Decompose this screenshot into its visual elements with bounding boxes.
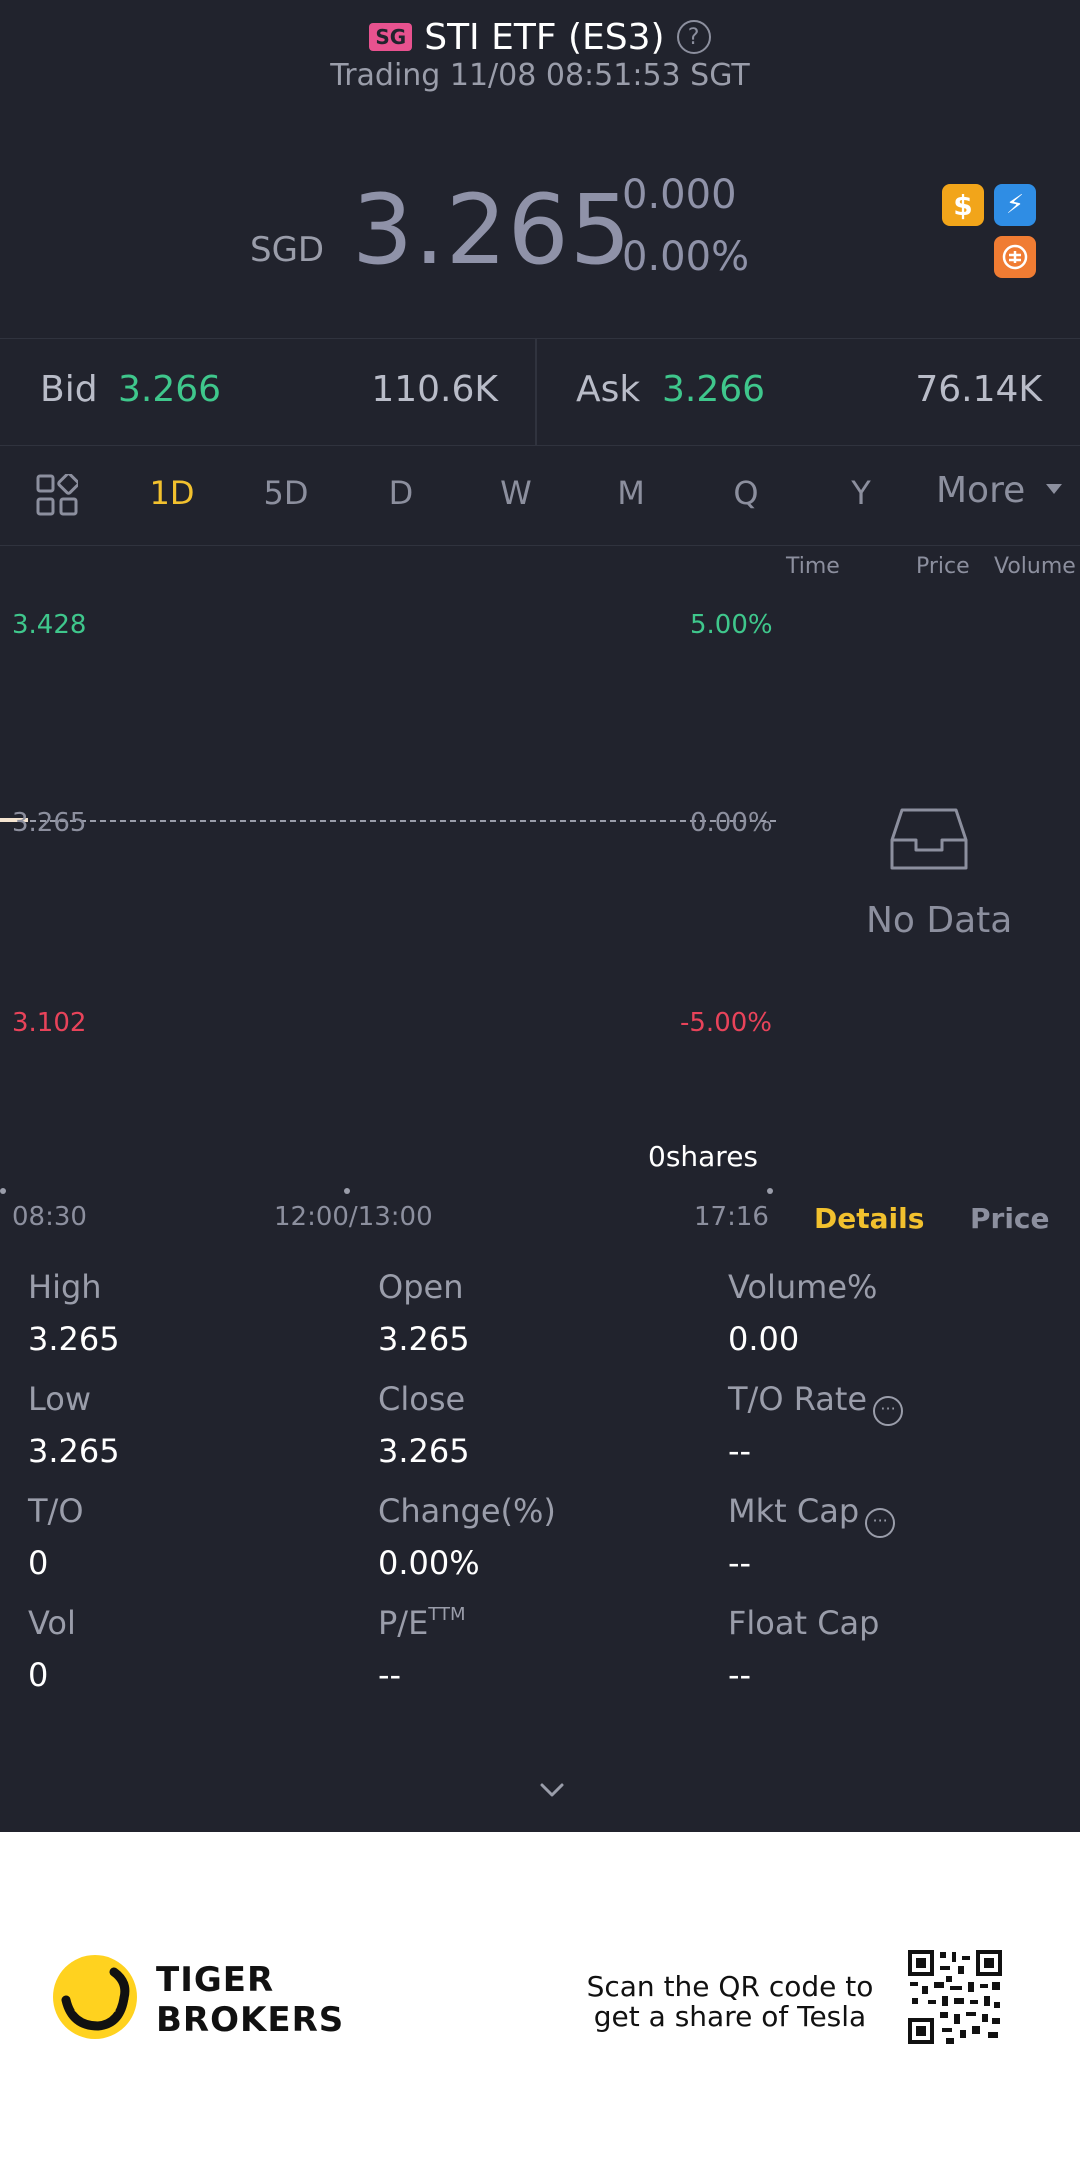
empty-inbox-icon	[890, 808, 968, 870]
stat-mkt-cap-label: Mkt Cap	[728, 1492, 860, 1530]
more-info-icon[interactable]: ···	[865, 1508, 896, 1538]
y-axis-mid: 3.265	[12, 808, 87, 838]
bid-ask-divider	[535, 339, 537, 445]
time-axis-mid: 12:00/13:00	[274, 1202, 433, 1232]
stat-pe-sup: TTM	[428, 1604, 466, 1625]
stat-high-label: High	[28, 1268, 102, 1306]
y-axis-high: 3.428	[12, 610, 87, 640]
stat-to-label: T/O	[28, 1492, 84, 1530]
price-change-percent: 0.00%	[622, 234, 750, 280]
tab-price[interactable]: Price	[970, 1202, 1050, 1235]
time-axis-end: 17:16	[694, 1202, 769, 1232]
dollar-icon[interactable]: $	[942, 184, 984, 226]
previous-close-line	[0, 820, 776, 822]
qr-code-icon[interactable]	[906, 1948, 1004, 2046]
period-tabs: 1D 5D D W M Q Y More	[0, 446, 1080, 546]
column-volume: Volume	[994, 554, 1076, 579]
stat-float-cap-value: --	[728, 1656, 752, 1694]
time-tick-dot	[767, 1188, 773, 1194]
pct-axis-low: -5.00%	[680, 1008, 772, 1038]
time-axis-start: 08:30	[12, 1202, 87, 1232]
layout-grid-icon[interactable]	[36, 474, 78, 516]
brand-name-line2: BROKERS	[156, 2000, 345, 2040]
stat-change-label: Change(%)	[378, 1492, 556, 1530]
brand-name-line1: TIGER	[156, 1960, 275, 2000]
quote-screen: SG STI ETF (ES3) ? Trading 11/08 08:51:5…	[0, 0, 1080, 1832]
column-time: Time	[786, 554, 840, 579]
flash-icon[interactable]: ⚡	[994, 184, 1036, 226]
stat-to-rate-value: --	[728, 1432, 752, 1470]
pct-axis-high: 5.00%	[690, 610, 773, 640]
tab-details[interactable]: Details	[814, 1202, 924, 1235]
tab-1d[interactable]: 1D	[132, 474, 212, 512]
last-price: 3.265	[352, 174, 632, 286]
currency-label: SGD	[250, 230, 325, 270]
stat-pe: P/ETTM	[378, 1604, 466, 1642]
stat-mkt-cap-value: --	[728, 1544, 752, 1582]
bid-price: 3.266	[118, 369, 222, 410]
stat-float-cap-label: Float Cap	[728, 1604, 880, 1642]
trading-status: Trading 11/08 08:51:53 SGT	[330, 58, 750, 93]
stat-vol-label: Vol	[28, 1604, 76, 1642]
stat-close-label: Close	[378, 1380, 466, 1418]
margin-icon[interactable]	[994, 236, 1036, 278]
time-tick-dot	[0, 1188, 6, 1194]
stat-high-value: 3.265	[28, 1320, 120, 1358]
stat-vol-value: 0	[28, 1656, 49, 1694]
stat-low-label: Low	[28, 1380, 92, 1418]
ask-label: Ask	[576, 369, 641, 410]
stat-open-value: 3.265	[378, 1320, 470, 1358]
ask-price: 3.266	[662, 369, 766, 410]
y-axis-low: 3.102	[12, 1008, 87, 1038]
promo-footer: TIGER BROKERS Scan the QR code to get a …	[0, 1832, 1080, 2164]
ask-size: 76.14K	[915, 369, 1042, 410]
tab-w[interactable]: W	[476, 474, 556, 512]
stat-volume-pct-label: Volume%	[728, 1268, 878, 1306]
stat-pe-label: P/E	[378, 1604, 429, 1642]
tab-m[interactable]: M	[591, 474, 671, 512]
chevron-down-icon[interactable]	[538, 1776, 566, 1804]
bid-size: 110.6K	[371, 369, 498, 410]
stat-mkt-cap: Mkt Cap ···	[728, 1492, 896, 1538]
page-title: STI ETF (ES3)	[424, 16, 665, 58]
caret-down-icon[interactable]	[1046, 484, 1062, 494]
tab-5d[interactable]: 5D	[246, 474, 326, 512]
pct-axis-mid: 0.00%	[690, 808, 773, 838]
qr-caption-line1: Scan the QR code to	[586, 1970, 874, 2003]
bid-label: Bid	[40, 369, 98, 410]
stat-change-value: 0.00%	[378, 1544, 480, 1582]
qr-caption-line2: get a share of Tesla	[593, 2000, 867, 2033]
more-info-icon[interactable]: ···	[873, 1396, 904, 1426]
stat-volume-pct-value: 0.00	[728, 1320, 800, 1358]
title-row: SG STI ETF (ES3) ?	[0, 10, 1080, 64]
stat-close-value: 3.265	[378, 1432, 470, 1470]
stat-open-label: Open	[378, 1268, 464, 1306]
tiger-logo-icon	[53, 1955, 137, 2039]
time-tick-dot	[344, 1188, 350, 1194]
help-icon[interactable]: ?	[676, 20, 711, 54]
region-badge: SG	[369, 23, 413, 51]
stat-to-rate: T/O Rate ···	[728, 1380, 904, 1426]
tab-d[interactable]: D	[361, 474, 441, 512]
stat-low-value: 3.265	[28, 1432, 120, 1470]
tab-more[interactable]: More	[936, 470, 1025, 511]
tab-y[interactable]: Y	[821, 474, 901, 512]
volume-label: 0shares	[648, 1140, 759, 1173]
stat-to-rate-label: T/O Rate	[728, 1380, 868, 1418]
stat-pe-value: --	[378, 1656, 402, 1694]
column-price: Price	[916, 554, 970, 579]
empty-state-text: No Data	[866, 900, 1013, 941]
tab-q[interactable]: Q	[706, 474, 786, 512]
stat-to-value: 0	[28, 1544, 49, 1582]
price-change: 0.000	[622, 172, 737, 218]
bid-ask-bar[interactable]: Bid 3.266 110.6K Ask 3.266 76.14K	[0, 338, 1080, 446]
